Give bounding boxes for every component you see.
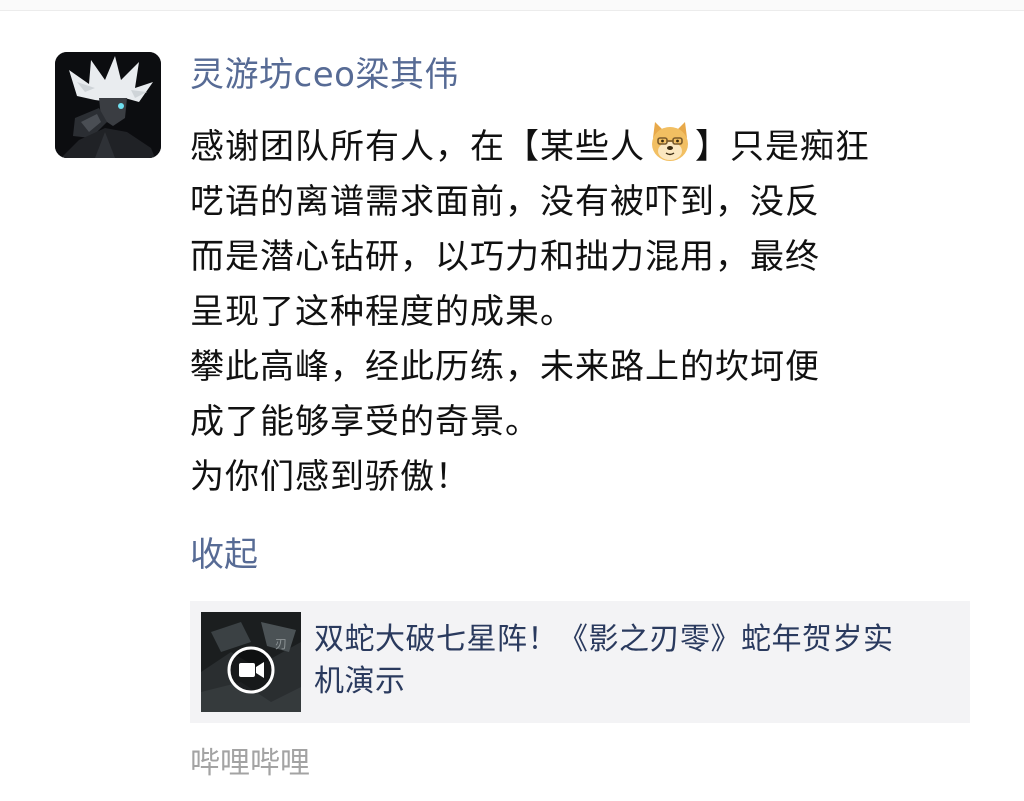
link-title[interactable]: 双蛇大破七星阵！《影之刃零》蛇年贺岁实 机演示 (314, 619, 954, 703)
post-line-part: 】只是痴狂 (695, 127, 870, 167)
top-divider (0, 0, 1024, 11)
svg-text:刃: 刃 (275, 637, 287, 651)
post-line: 攀此高峰，经此历练，未来路上的坎坷便 (190, 347, 820, 387)
video-thumbnail-image: 刃 (201, 612, 301, 712)
avatar[interactable] (55, 52, 161, 158)
link-thumbnail: 刃 (201, 612, 301, 712)
link-title-line: 双蛇大破七星阵！《影之刃零》蛇年贺岁实 (314, 622, 894, 657)
post-line: 呓语的离谱需求面前，没有被吓到，没反 (190, 182, 820, 222)
post-line: 而是潜心钻研，以巧力和拙力混用，最终 (190, 237, 820, 277)
post-line: 感谢团队所有人，在【某些人 】只是痴狂 (190, 118, 980, 175)
avatar-image (55, 52, 161, 158)
post-line: 呈现了这种程度的成果。 (190, 292, 575, 332)
source-app-label[interactable]: 哔哩哔哩 (190, 742, 310, 786)
post-line: 为你们感到骄傲！ (190, 457, 470, 497)
author-name[interactable]: 灵游坊ceo梁其伟 (190, 52, 459, 98)
collapse-link[interactable]: 收起 (190, 532, 258, 578)
video-camera-icon (227, 646, 275, 694)
post-line-part: 感谢团队所有人，在【某些人 (190, 127, 645, 167)
post-line: 成了能够享受的奇景。 (190, 402, 540, 442)
link-title-line: 机演示 (314, 664, 406, 699)
post-text: 感谢团队所有人，在【某些人 】只是痴狂 呓语的离谱需求面前，没有被吓到，没反 而… (190, 118, 980, 505)
shared-link-card[interactable]: 刃 双蛇大破七星阵！《影之刃零》蛇年贺岁实 机演示 (190, 601, 970, 723)
doge-emoji (647, 118, 693, 164)
